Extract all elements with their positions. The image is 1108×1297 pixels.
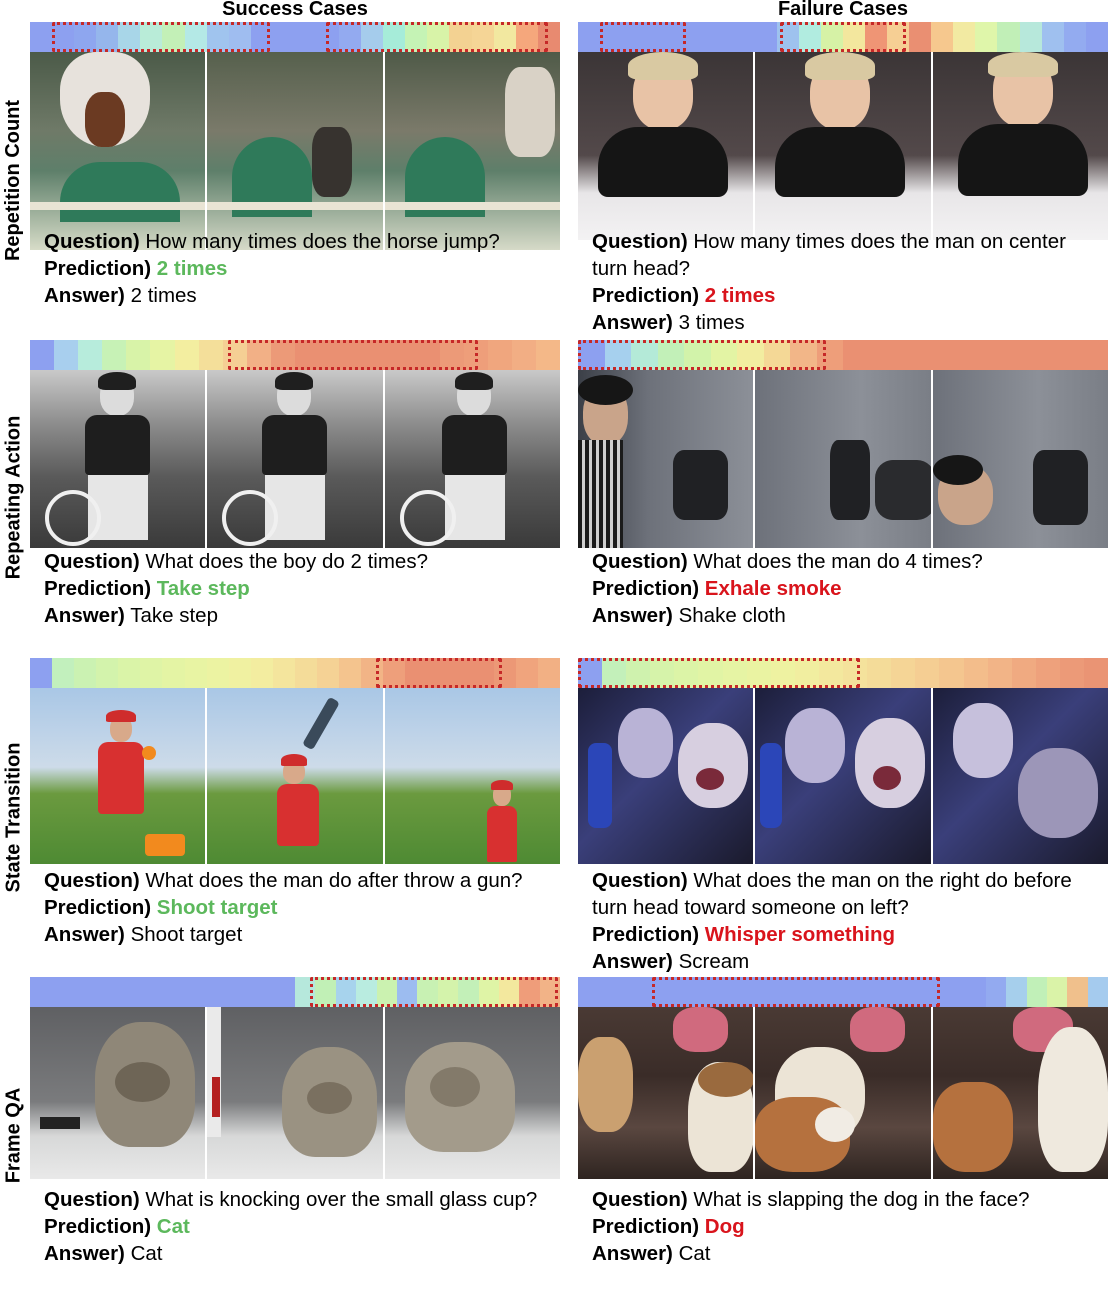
row-label-repeating-action: Repeating Action (2, 415, 25, 580)
highlight-box (578, 658, 860, 688)
highlight-box (780, 22, 906, 52)
video-frame (578, 1007, 756, 1179)
answer-text: Cat (130, 1242, 163, 1265)
video-frame (932, 370, 1108, 548)
video-frame (932, 1007, 1108, 1179)
video-frames (30, 370, 560, 548)
video-frame (755, 688, 933, 864)
panel-repetition-count-failure: Question) How many times does the man on… (578, 22, 1108, 337)
row-label-repetition-count: Repetition Count (2, 99, 25, 261)
video-frame (384, 1007, 560, 1179)
prediction-text: Shoot target (156, 896, 278, 919)
highlight-box (228, 340, 478, 370)
video-frame (207, 1007, 385, 1179)
prediction-text: 2 times (704, 284, 776, 307)
video-frame (578, 370, 756, 548)
highlight-box (326, 22, 548, 52)
video-frame (30, 1007, 208, 1179)
qa-block: Question) What does the boy do 2 times? … (44, 550, 428, 627)
question-text: How many times does the horse jump? (145, 230, 500, 253)
video-frame (207, 688, 385, 864)
answer-text: Take step (130, 604, 218, 627)
answer-text: Shoot target (130, 923, 243, 946)
answer-text: Cat (678, 1242, 711, 1265)
highlight-box (578, 340, 826, 370)
video-frame (384, 688, 560, 864)
qa-block: Question) How many times does the man on… (592, 230, 1066, 334)
qa-block: Question) What is knocking over the smal… (44, 1188, 538, 1265)
prediction-text: Take step (156, 577, 250, 600)
video-frame (30, 370, 208, 548)
video-frames (30, 52, 560, 250)
answer-text: Scream (678, 950, 750, 973)
video-frame (755, 52, 933, 240)
question-text: What is knocking over the small glass cu… (145, 1188, 538, 1211)
qa-block: Question) What does the man on the right… (592, 869, 1072, 973)
prediction-text: Dog (704, 1215, 745, 1238)
video-frames (578, 1007, 1108, 1179)
panel-frame-qa-success: Question) What is knocking over the smal… (30, 977, 560, 1295)
qa-block: Question) What does the man do after thr… (44, 869, 523, 946)
video-frames (578, 52, 1108, 240)
video-frame (207, 52, 385, 250)
highlight-box (652, 977, 940, 1007)
row-label-frame-qa: Frame QA (2, 1087, 25, 1183)
answer-text: Shake cloth (678, 604, 786, 627)
question-text: What does the boy do 2 times? (145, 550, 428, 573)
highlight-box (52, 22, 270, 52)
video-frame (384, 370, 560, 548)
video-frame (578, 688, 756, 864)
video-frame (384, 52, 560, 250)
video-frame (932, 52, 1108, 240)
prediction-text: 2 times (156, 257, 228, 280)
panel-frame-qa-failure: Question) What is slapping the dog in th… (578, 977, 1108, 1295)
qa-block: Question) What is slapping the dog in th… (592, 1188, 1030, 1265)
qa-block: Question) How many times does the horse … (44, 230, 500, 307)
question-text: What does the man do 4 times? (693, 550, 983, 573)
video-frame (30, 52, 208, 250)
answer-text: 2 times (130, 284, 197, 307)
video-frame (30, 688, 208, 864)
video-frames (578, 688, 1108, 864)
prediction-text: Whisper something (704, 923, 895, 946)
panel-repeating-action-failure: Question) What does the man do 4 times? … (578, 340, 1108, 640)
panel-repeating-action-success: Question) What does the boy do 2 times? … (30, 340, 560, 640)
answer-text: 3 times (678, 311, 745, 334)
panel-repetition-count-success: Question) How many times does the horse … (30, 22, 560, 322)
success-column-title: Success Cases (222, 0, 368, 20)
prediction-text: Cat (156, 1215, 190, 1238)
row-label-state-transition: State Transition (2, 742, 25, 893)
video-frames (30, 688, 560, 864)
prediction-text: Exhale smoke (704, 577, 842, 600)
question-text: What is slapping the dog in the face? (693, 1188, 1030, 1211)
video-frame (578, 52, 756, 240)
highlight-box (376, 658, 502, 688)
video-frames (578, 370, 1108, 548)
panel-state-transition-success: Question) What does the man do after thr… (30, 658, 560, 978)
video-frames (30, 1007, 560, 1179)
video-frame (755, 370, 933, 548)
question-text: What does the man do after throw a gun? (145, 869, 523, 892)
failure-column-title: Failure Cases (777, 0, 909, 20)
highlight-box (310, 977, 558, 1007)
panel-state-transition-failure: Question) What does the man on the right… (578, 658, 1108, 978)
video-frame (932, 688, 1108, 864)
highlight-box (600, 22, 686, 52)
video-frame (207, 370, 385, 548)
video-frame (755, 1007, 933, 1179)
qa-block: Question) What does the man do 4 times? … (592, 550, 983, 627)
